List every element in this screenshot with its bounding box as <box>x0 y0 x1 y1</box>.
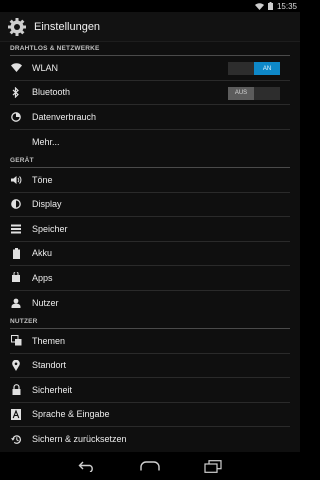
home-icon[interactable] <box>138 458 162 474</box>
themes-icon <box>10 335 22 347</box>
settings-item-label: Töne <box>32 174 53 185</box>
settings-item-label: Mehr... <box>32 136 60 147</box>
settings-item-label: Akku <box>32 248 53 259</box>
recents-icon[interactable] <box>201 458 225 474</box>
settings-item-storage[interactable]: Speicher <box>10 217 290 242</box>
settings-item-label: Sprache & Eingabe <box>32 409 110 420</box>
settings-item-label: Sichern & zurücksetzen <box>32 434 127 445</box>
settings-item-more[interactable]: Mehr... <box>10 130 290 155</box>
toggle-state: AN <box>254 62 280 75</box>
action-bar: Einstellungen <box>0 12 300 42</box>
battery-icon <box>267 2 273 10</box>
section-title: DRAHTLOS & NETZWERKE <box>10 45 100 52</box>
keyboard-icon <box>10 408 22 420</box>
bluetooth-icon <box>10 86 22 98</box>
settings-item-label: WLAN <box>32 62 59 73</box>
apps-icon <box>10 272 22 284</box>
settings-item-language-input[interactable]: Sprache & Eingabe <box>10 403 290 427</box>
toggle-state: AUS <box>228 86 254 100</box>
settings-item-label: Display <box>32 199 62 210</box>
bluetooth-toggle[interactable]: AUS <box>228 86 280 100</box>
navigation-bar <box>0 452 300 480</box>
section-header-device: GERÄT <box>10 154 290 168</box>
settings-item-users[interactable]: Nutzer <box>10 291 290 316</box>
settings-item-label: Speicher <box>32 223 68 234</box>
wifi-icon <box>254 2 264 10</box>
settings-item-label: Themen <box>32 335 66 346</box>
gear-icon[interactable] <box>6 16 28 38</box>
wlan-toggle[interactable]: AN <box>228 62 280 75</box>
backup-icon <box>10 433 22 445</box>
section-header-wireless: DRAHTLOS & NETZWERKE <box>10 42 290 56</box>
brightness-icon <box>10 198 22 210</box>
back-icon[interactable] <box>75 458 99 474</box>
section-header-user: NUTZER <box>10 315 290 329</box>
user-icon <box>10 297 22 309</box>
section-title: GERÄT <box>10 157 34 164</box>
settings-item-label: Standort <box>32 360 67 371</box>
settings-item-data-usage[interactable]: Datenverbrauch <box>10 105 290 130</box>
volume-icon <box>10 174 22 186</box>
settings-item-backup-reset[interactable]: Sichern & zurücksetzen <box>10 427 290 452</box>
settings-item-battery[interactable]: Akku <box>10 242 290 266</box>
settings-item-label: Bluetooth <box>32 87 71 98</box>
storage-icon <box>10 223 22 235</box>
battery-icon <box>10 247 22 259</box>
data-usage-icon <box>10 111 22 123</box>
settings-item-label: Nutzer <box>32 297 59 308</box>
settings-item-location[interactable]: Standort <box>10 354 290 378</box>
settings-item-label: Apps <box>32 272 53 283</box>
settings-item-apps[interactable]: Apps <box>10 266 290 291</box>
clock: 15:35 <box>276 1 297 11</box>
settings-item-sound[interactable]: Töne <box>10 168 290 193</box>
lock-icon <box>10 384 22 396</box>
settings-list[interactable]: DRAHTLOS & NETZWERKE WLAN AN Bluetooth A… <box>0 42 300 452</box>
location-icon <box>10 359 22 371</box>
page-title: Einstellungen <box>34 20 101 33</box>
section-title: NUTZER <box>10 318 38 325</box>
wifi-icon <box>10 62 22 74</box>
settings-item-wlan[interactable]: WLAN AN <box>10 56 290 81</box>
settings-item-label: Datenverbrauch <box>32 111 97 122</box>
settings-item-bluetooth[interactable]: Bluetooth AUS <box>10 81 290 105</box>
settings-item-label: Sicherheit <box>32 384 73 395</box>
settings-item-display[interactable]: Display <box>10 193 290 217</box>
settings-item-security[interactable]: Sicherheit <box>10 378 290 403</box>
settings-item-themes[interactable]: Themen <box>10 329 290 354</box>
status-bar: 15:35 <box>0 0 300 12</box>
